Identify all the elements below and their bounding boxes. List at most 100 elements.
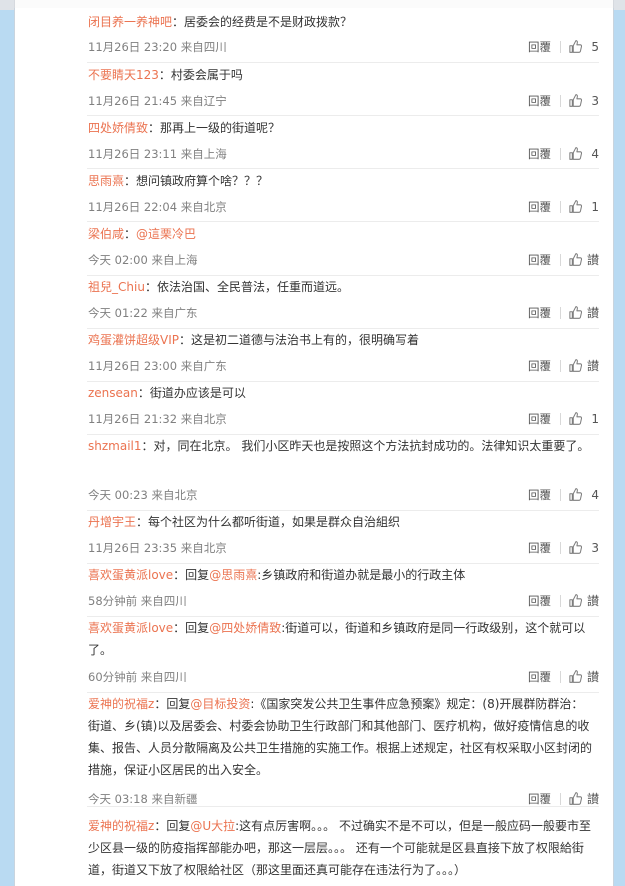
comment-username-link[interactable]: 喜欢蛋黄派love (88, 568, 173, 582)
comment-body: ：想问镇政府算个啥？？？ (124, 174, 269, 188)
comment-username-link[interactable]: 思雨熹 (88, 174, 124, 188)
comment-username-link[interactable]: 四处娇倩致 (88, 121, 148, 135)
action-divider (560, 360, 561, 372)
thumbs-up-icon[interactable] (568, 411, 583, 426)
comment-text: 丹增宇王：每个社区为什么都听街道，如果是群众自治組织 (88, 511, 592, 533)
comment-timestamp: 今天 01:22 来自广东 (88, 306, 198, 320)
comment-actions: 回覆 3 (459, 94, 599, 108)
mention-link[interactable]: @這栗冷巴 (136, 227, 196, 241)
thumbs-up-icon[interactable] (568, 199, 583, 214)
comment-username-link[interactable]: 爱神的祝福z (88, 697, 154, 711)
like-count[interactable]: 1 (587, 200, 599, 214)
thumbs-up-icon[interactable] (568, 358, 583, 373)
comment-text: 爱神的祝福z：回复@目标投资:《国家突发公共卫生事件应急预案》规定：(8)开展群… (88, 693, 592, 781)
thumbs-up-icon[interactable] (568, 487, 583, 502)
comment-item: zensean：街道办应该是可以 11月26日 21:32 来自北京 回覆 1 (87, 381, 599, 435)
like-count[interactable]: 讃 (587, 253, 599, 267)
reply-button[interactable]: 回覆 (528, 792, 551, 806)
action-divider (560, 542, 561, 554)
action-divider (560, 489, 561, 501)
reply-button[interactable]: 回覆 (528, 94, 551, 108)
reply-button[interactable]: 回覆 (528, 200, 551, 214)
comment-username-link[interactable]: 不要睛天123 (88, 68, 159, 82)
comment-body: ： (124, 227, 137, 241)
reply-button[interactable]: 回覆 (528, 412, 551, 426)
thumbs-up-icon[interactable] (568, 669, 583, 684)
action-divider (560, 95, 561, 107)
comment-timestamp: 11月26日 22:04 来自北京 (88, 200, 227, 214)
comment-item: 四处娇倩致：那再上一级的街道呢？ 11月26日 23:11 来自上海 回覆 4 (87, 115, 599, 169)
action-divider (560, 254, 561, 266)
thumbs-up-icon[interactable] (568, 39, 583, 54)
like-count[interactable]: 讃 (587, 594, 599, 608)
comment-timestamp: 11月26日 21:45 来自辽宁 (88, 94, 227, 108)
comment-item: 爱神的祝福z：回复@U大拉:这有点厉害啊。。。 不过确实不是不可以，但是一般应码… (87, 819, 599, 886)
mention-link[interactable]: @U大拉 (190, 819, 235, 833)
thumbs-up-icon[interactable] (568, 305, 583, 320)
like-count[interactable]: 4 (587, 147, 599, 161)
reply-button[interactable]: 回覆 (528, 670, 551, 684)
like-count[interactable]: 讃 (587, 792, 599, 806)
comment-username-link[interactable]: 鸡蛋灌饼超级VIP (88, 333, 179, 347)
comment-username-link[interactable]: 梁伯咸 (88, 227, 124, 241)
mention-link[interactable]: @目标投资 (190, 697, 250, 711)
comment-actions: 回覆 5 (459, 40, 599, 54)
comment-item: 鸡蛋灌饼超级VIP：这是初二道德与法治书上有的，很明确写着 11月26日 23:0… (87, 328, 599, 382)
like-count[interactable]: 4 (587, 488, 599, 502)
like-count[interactable]: 5 (587, 40, 599, 54)
comment-username-link[interactable]: 喜欢蛋黄派love (88, 621, 173, 635)
reply-button[interactable]: 回覆 (528, 594, 551, 608)
like-count[interactable]: 3 (587, 541, 599, 555)
comment-item: 丹增宇王：每个社区为什么都听街道，如果是群众自治組织 11月26日 23:35 来… (87, 510, 599, 564)
action-divider (560, 41, 561, 53)
comment-text: 四处娇倩致：那再上一级的街道呢？ (88, 117, 592, 139)
comment-text: 爱神的祝福z：回复@U大拉:这有点厉害啊。。。 不过确实不是不可以，但是一般应码… (88, 815, 592, 881)
like-count[interactable]: 讃 (587, 670, 599, 684)
like-count[interactable]: 讃 (587, 306, 599, 320)
reply-button[interactable]: 回覆 (528, 488, 551, 502)
comment-username-link[interactable]: 丹增宇王 (88, 515, 136, 529)
comment-actions: 回覆 讃 (459, 306, 599, 320)
comment-actions: 回覆 3 (459, 541, 599, 555)
reply-button[interactable]: 回覆 (528, 359, 551, 373)
mention-link[interactable]: @四处娇倩致 (209, 621, 281, 635)
comment-item: shzmail1：对，同在北京。 我们小区昨天也是按照这个方法抗封成功的。法律知… (87, 434, 599, 511)
comment-body: ：回复 (154, 819, 191, 833)
action-divider (560, 307, 561, 319)
comment-text: 鸡蛋灌饼超级VIP：这是初二道德与法治书上有的，很明确写着 (88, 329, 592, 351)
like-count[interactable]: 1 (587, 412, 599, 426)
action-divider (560, 413, 561, 425)
action-divider (560, 595, 561, 607)
page-scrollbar[interactable] (621, 10, 625, 886)
thumbs-up-icon[interactable] (568, 593, 583, 608)
comment-username-link[interactable]: 祖兒_Chiu (88, 280, 145, 294)
reply-button[interactable]: 回覆 (528, 541, 551, 555)
action-divider (560, 201, 561, 213)
reply-button[interactable]: 回覆 (528, 40, 551, 54)
comment-username-link[interactable]: 爱神的祝福z (88, 819, 154, 833)
comment-username-link[interactable]: zensean (88, 386, 138, 400)
comment-actions: 回覆 讃 (459, 253, 599, 267)
comment-actions: 回覆 4 (459, 147, 599, 161)
like-count[interactable]: 讃 (587, 359, 599, 373)
reply-button[interactable]: 回覆 (528, 253, 551, 267)
comment-username-link[interactable]: shzmail1 (88, 439, 142, 453)
comment-text: 祖兒_Chiu：依法治国、全民普法，任重而道远。 (88, 276, 592, 298)
comment-text: shzmail1：对，同在北京。 我们小区昨天也是按照这个方法抗封成功的。法律知… (88, 435, 592, 457)
comment-timestamp: 60分钟前 来自四川 (88, 670, 187, 684)
comment-item: 闭目养一养神吧：居委会的经费是不是财政拨款？ 11月26日 23:20 来自四川 回… (87, 8, 599, 63)
thumbs-up-icon[interactable] (568, 93, 583, 108)
comment-timestamp: 今天 00:23 来自北京 (88, 488, 198, 502)
comment-body: ：回复 (154, 697, 191, 711)
thumbs-up-icon[interactable] (568, 252, 583, 267)
comment-actions: 回覆 讃 (459, 670, 599, 684)
reply-button[interactable]: 回覆 (528, 147, 551, 161)
reply-button[interactable]: 回覆 (528, 306, 551, 320)
thumbs-up-icon[interactable] (568, 791, 583, 806)
comment-text: 思雨熹：想问镇政府算个啥？？？ (88, 170, 592, 192)
comment-username-link[interactable]: 闭目养一养神吧 (88, 15, 172, 29)
thumbs-up-icon[interactable] (568, 146, 583, 161)
thumbs-up-icon[interactable] (568, 540, 583, 555)
mention-link[interactable]: @思雨熹 (209, 568, 257, 582)
like-count[interactable]: 3 (587, 94, 599, 108)
